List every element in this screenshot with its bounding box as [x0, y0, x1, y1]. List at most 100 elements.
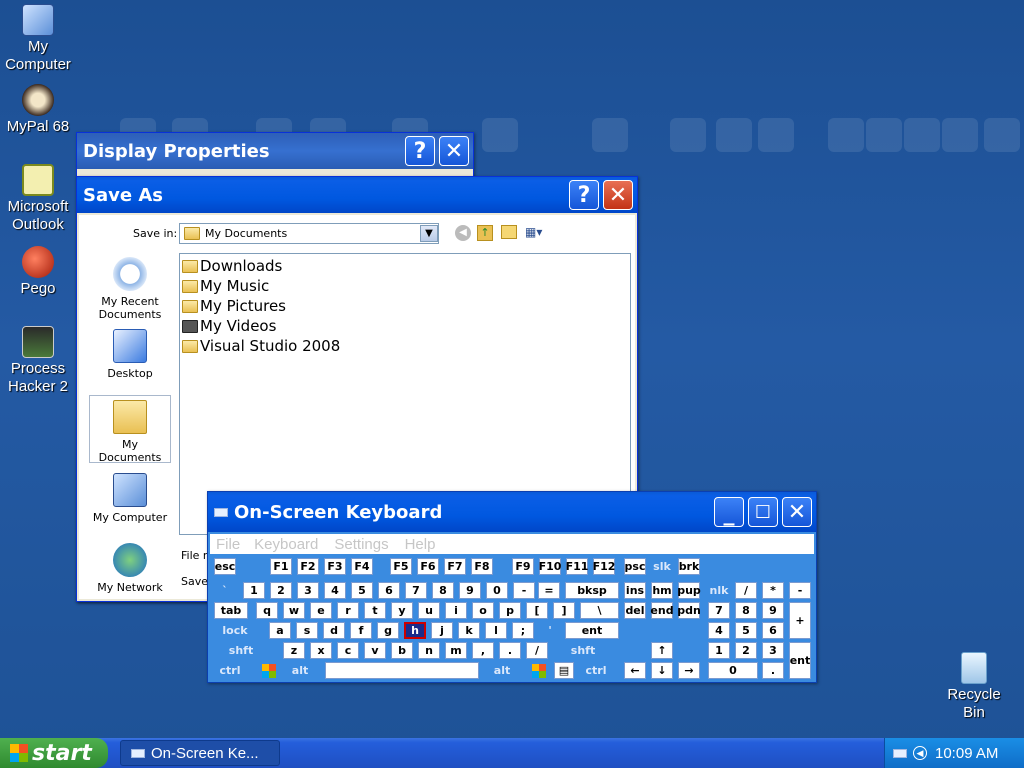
key-r3-1[interactable]: q [256, 602, 278, 619]
key-r1-8[interactable]: F8 [471, 558, 493, 575]
key-r3-7[interactable]: u [418, 602, 440, 619]
key-r5-3[interactable]: c [337, 642, 359, 659]
key-r2-10[interactable]: 0 [486, 582, 508, 599]
key-r3-8[interactable]: i [445, 602, 467, 619]
list-item[interactable]: Visual Studio 2008 [182, 336, 628, 356]
key-r3-17[interactable]: 7 [708, 602, 730, 619]
key-r2-1[interactable]: 1 [243, 582, 265, 599]
menu-key[interactable]: ▤ [554, 662, 574, 679]
key-r3-0[interactable]: tab [214, 602, 248, 619]
key-r6-1[interactable]: alt [280, 662, 320, 679]
key-r3-4[interactable]: r [337, 602, 359, 619]
start-button[interactable]: start [0, 738, 108, 768]
list-item[interactable]: My Videos [182, 316, 628, 336]
desktop-icon-outlook[interactable]: Microsoft Outlook [0, 164, 76, 234]
list-item[interactable]: My Music [182, 276, 628, 296]
key-r5-2[interactable]: x [310, 642, 332, 659]
desktop-icon-process-hacker[interactable]: Process Hacker 2 [0, 326, 76, 396]
key-r6-2[interactable]: alt [482, 662, 522, 679]
key-r2-7[interactable]: 7 [405, 582, 427, 599]
key-r1-4[interactable]: F4 [351, 558, 373, 575]
key-r5-4[interactable]: v [364, 642, 386, 659]
key-r5-6[interactable]: n [418, 642, 440, 659]
key-r6-8[interactable]: . [762, 662, 784, 679]
key-r3-5[interactable]: t [364, 602, 386, 619]
key-r4-4[interactable]: f [350, 622, 372, 639]
key-r1-6[interactable]: F6 [417, 558, 439, 575]
key-r2-8[interactable]: 8 [432, 582, 454, 599]
space-key[interactable] [325, 662, 479, 679]
place-my-network[interactable]: My Network [89, 543, 171, 594]
key-r1-14[interactable]: slk [651, 558, 673, 575]
key-r2-12[interactable]: = [538, 582, 560, 599]
key-r1-1[interactable]: F1 [270, 558, 292, 575]
key-r3-15[interactable]: end [650, 602, 674, 619]
show-hidden-icons-icon[interactable]: ◀ [913, 746, 927, 760]
key-r1-0[interactable]: esc [214, 558, 236, 575]
key-r4-7[interactable]: j [431, 622, 453, 639]
key-r6-0[interactable]: ctrl [214, 662, 246, 679]
key-r2-17[interactable]: nlk [708, 582, 730, 599]
key-r2-2[interactable]: 2 [270, 582, 292, 599]
place-my-documents[interactable]: My Documents [89, 395, 171, 464]
key-r2-9[interactable]: 9 [459, 582, 481, 599]
key-r6-5[interactable]: ↓ [651, 662, 673, 679]
key-r2-14[interactable]: ins [624, 582, 646, 599]
key-r3-18[interactable]: 8 [735, 602, 757, 619]
key-r2-0[interactable]: ` [214, 582, 236, 599]
key-r5-11[interactable]: shft [553, 642, 613, 659]
key-r3-20[interactable]: + [789, 602, 811, 639]
windows-key-right[interactable] [528, 662, 550, 679]
place-my-recent-documents[interactable]: My Recent Documents [89, 257, 171, 321]
key-r3-16[interactable]: pdn [677, 602, 701, 619]
key-r2-4[interactable]: 4 [324, 582, 346, 599]
key-r5-9[interactable]: . [499, 642, 521, 659]
key-r1-7[interactable]: F7 [444, 558, 466, 575]
key-r6-6[interactable]: → [678, 662, 700, 679]
key-r3-3[interactable]: e [310, 602, 332, 619]
key-r2-5[interactable]: 5 [351, 582, 373, 599]
key-r3-10[interactable]: p [499, 602, 521, 619]
key-r4-10[interactable]: ; [512, 622, 534, 639]
key-r4-13[interactable]: 4 [708, 622, 730, 639]
key-r1-2[interactable]: F2 [297, 558, 319, 575]
key-r4-9[interactable]: l [485, 622, 507, 639]
save-in-dropdown[interactable]: My Documents ▼ [179, 223, 439, 244]
key-r4-8[interactable]: k [458, 622, 480, 639]
chevron-down-icon[interactable]: ▼ [420, 225, 438, 242]
desktop-icon-mypal[interactable]: MyPal 68 [0, 84, 76, 136]
key-r3-13[interactable]: \ [580, 602, 619, 619]
key-r5-1[interactable]: z [283, 642, 305, 659]
back-icon[interactable]: ◀ [455, 225, 471, 241]
key-r4-6[interactable]: h [404, 622, 426, 639]
key-r4-15[interactable]: 6 [762, 622, 784, 639]
on-screen-keyboard-window[interactable]: On-Screen Keyboard _ ☐ ✕ File Keyboard S… [207, 491, 817, 683]
key-r3-9[interactable]: o [472, 602, 494, 619]
new-folder-icon[interactable] [501, 225, 517, 239]
key-r1-13[interactable]: psc [624, 558, 646, 575]
key-r2-13[interactable]: bksp [565, 582, 619, 599]
help-button[interactable]: ? [569, 180, 599, 210]
key-r2-18[interactable]: / [735, 582, 757, 599]
key-r5-13[interactable]: 1 [708, 642, 730, 659]
desktop-icon-pego[interactable]: Pego [0, 246, 76, 298]
key-r5-8[interactable]: , [472, 642, 494, 659]
taskbar-task-osk[interactable]: On-Screen Ke... [120, 740, 280, 766]
desktop-icon-my-computer[interactable]: My Computer [0, 4, 76, 74]
key-r5-15[interactable]: 3 [762, 642, 784, 659]
desktop-icon-recycle-bin[interactable]: Recycle Bin [936, 652, 1012, 722]
key-r5-16[interactable]: ent [789, 642, 811, 679]
key-r3-11[interactable]: [ [526, 602, 548, 619]
key-r1-10[interactable]: F10 [539, 558, 561, 575]
key-r4-11[interactable]: ' [539, 622, 561, 639]
key-r4-2[interactable]: s [296, 622, 318, 639]
key-r1-9[interactable]: F9 [512, 558, 534, 575]
key-r3-19[interactable]: 9 [762, 602, 784, 619]
key-r2-3[interactable]: 3 [297, 582, 319, 599]
key-r1-12[interactable]: F12 [593, 558, 615, 575]
key-r5-10[interactable]: / [526, 642, 548, 659]
key-r5-7[interactable]: m [445, 642, 467, 659]
display-properties-titlebar[interactable]: Display Properties ? ✕ [77, 133, 473, 169]
key-r4-14[interactable]: 5 [735, 622, 757, 639]
key-r1-3[interactable]: F3 [324, 558, 346, 575]
